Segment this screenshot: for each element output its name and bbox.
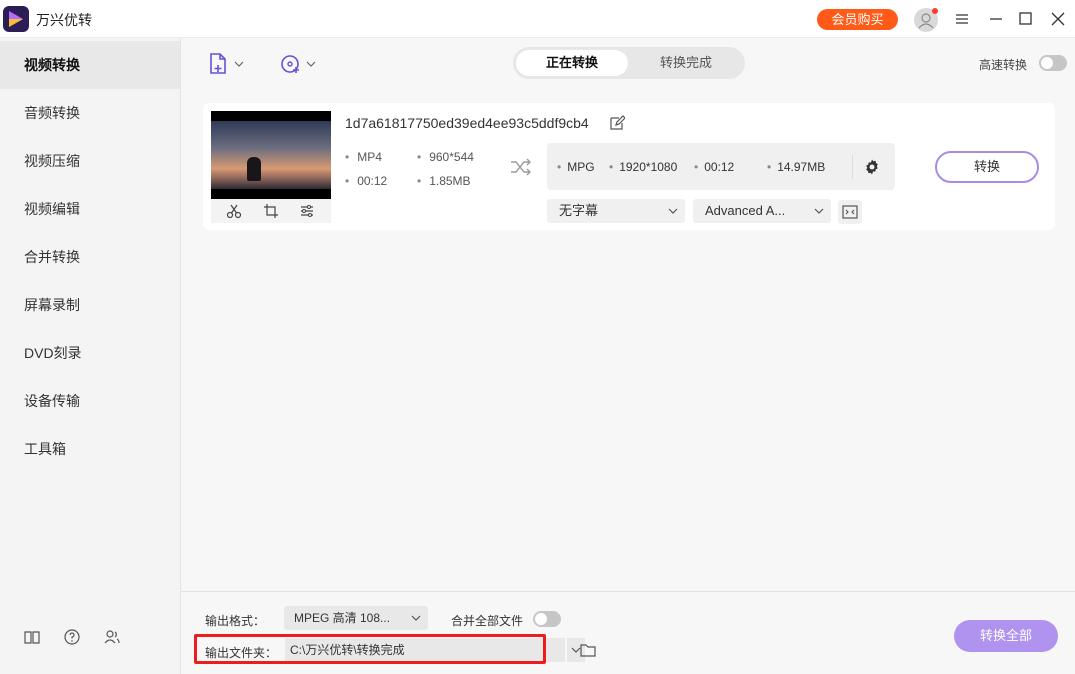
close-icon[interactable] [1048, 9, 1068, 29]
app-logo [3, 6, 29, 32]
source-duration: 00:12 [345, 174, 387, 188]
file-name: 1d7a61817750ed39ed4ee93c5ddf9cb4 [345, 115, 589, 131]
thumbnail-tools [211, 199, 331, 223]
sidebar: 视频转换 音频转换 视频压缩 视频编辑 合并转换 屏幕录制 DVD刻录 设备传输… [0, 38, 181, 674]
output-format-label: 输出格式： [205, 614, 266, 628]
source-format: MP4 [345, 150, 382, 164]
subtitle-value: 无字幕 [559, 203, 599, 218]
convert-button[interactable]: 转换 [935, 151, 1039, 183]
high-speed-toggle[interactable] [1039, 55, 1067, 71]
minimize-icon[interactable] [986, 9, 1006, 29]
user-avatar[interactable] [914, 8, 938, 32]
convert-all-button[interactable]: 转换全部 [954, 620, 1058, 652]
chevron-down-icon [667, 199, 679, 223]
sidebar-item-device-transfer[interactable]: 设备传输 [0, 377, 180, 425]
output-format-dropdown[interactable]: MPEG 高清 108... [284, 606, 428, 630]
sidebar-item-screen-record[interactable]: 屏幕录制 [0, 281, 180, 329]
sidebar-item-video-compress[interactable]: 视频压缩 [0, 137, 180, 185]
book-icon[interactable] [23, 628, 41, 646]
output-settings-box[interactable]: MPG 1920*1080 00:12 14.97MB [547, 143, 895, 190]
menu-icon[interactable] [952, 9, 972, 29]
vip-purchase-button[interactable]: 会员购买 [817, 9, 898, 30]
add-file-icon[interactable] [208, 52, 248, 76]
sidebar-item-toolbox[interactable]: 工具箱 [0, 425, 180, 473]
output-folder-label: 输出文件夹： [205, 646, 278, 660]
audio-value: Advanced A... [705, 203, 786, 218]
footer-bar: 输出格式： MPEG 高清 108... 合并全部文件 输出文件夹： C:\万兴… [181, 591, 1075, 674]
output-format: MPG [557, 160, 594, 174]
chevron-down-icon [813, 199, 825, 223]
sidebar-item-dvd-burn[interactable]: DVD刻录 [0, 329, 180, 377]
divider [852, 155, 853, 179]
convert-arrow-icon [509, 157, 533, 177]
crop-icon[interactable] [263, 203, 279, 219]
maximize-icon[interactable] [1016, 9, 1036, 29]
sidebar-item-video-edit[interactable]: 视频编辑 [0, 185, 180, 233]
source-size: 1.85MB [417, 174, 470, 188]
sidebar-item-merge-convert[interactable]: 合并转换 [0, 233, 180, 281]
tab-converted[interactable]: 转换完成 [630, 50, 742, 76]
merge-files-label: 合并全部文件 [451, 614, 524, 628]
add-disc-icon[interactable] [279, 52, 319, 76]
tab-converting[interactable]: 正在转换 [516, 50, 628, 76]
help-icon[interactable] [63, 628, 81, 646]
sidebar-item-video-convert[interactable]: 视频转换 [0, 41, 180, 89]
notification-dot [932, 8, 938, 14]
video-thumbnail[interactable] [211, 111, 331, 199]
status-tabs: 正在转换 转换完成 [513, 47, 745, 79]
users-icon[interactable] [103, 628, 121, 646]
file-list: 1d7a61817750ed39ed4ee93c5ddf9cb4 MP4 960… [181, 88, 1075, 591]
app-title: 万兴优转 [36, 12, 92, 28]
rename-edit-icon[interactable] [609, 115, 626, 131]
subtitle-dropdown[interactable]: 无字幕 [547, 199, 685, 223]
output-duration: 00:12 [694, 160, 734, 174]
output-resolution: 1920*1080 [609, 160, 677, 174]
high-speed-label: 高速转换 [979, 58, 1028, 72]
adjust-icon[interactable] [299, 203, 315, 219]
subtitle-edit-icon[interactable] [838, 200, 862, 224]
file-card: 1d7a61817750ed39ed4ee93c5ddf9cb4 MP4 960… [203, 103, 1055, 230]
scissors-icon[interactable] [226, 203, 242, 219]
output-format-value: MPEG 高清 108... [294, 611, 391, 625]
audio-dropdown[interactable]: Advanced A... [693, 199, 831, 223]
title-bar: 万兴优转 会员购买 [0, 0, 1075, 38]
folder-icon[interactable] [579, 641, 597, 659]
source-resolution: 960*544 [417, 150, 474, 164]
toolbar: 正在转换 转换完成 高速转换 [181, 38, 1075, 88]
gear-icon[interactable] [863, 158, 881, 176]
sidebar-item-audio-convert[interactable]: 音频转换 [0, 89, 180, 137]
main-area: 正在转换 转换完成 高速转换 1d7a61817750ed39ed4ee93c5… [181, 38, 1075, 674]
output-size: 14.97MB [767, 160, 825, 174]
chevron-down-icon [410, 606, 422, 630]
merge-files-toggle[interactable] [533, 611, 561, 627]
output-folder-path[interactable]: C:\万兴优转\转换完成 [285, 638, 565, 662]
